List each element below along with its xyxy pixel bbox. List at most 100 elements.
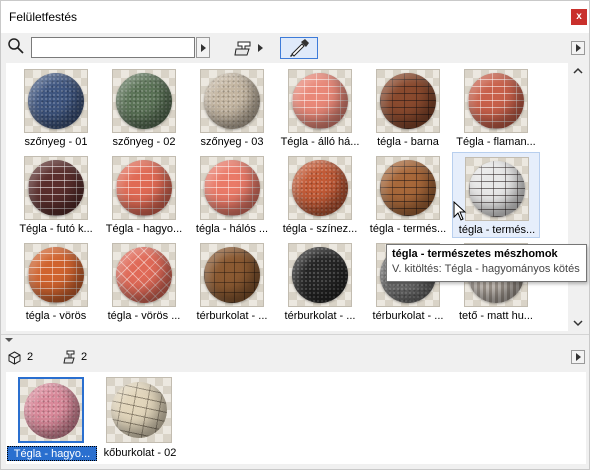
material-sphere [380,73,436,129]
collapse-icon[interactable] [5,338,13,342]
material-label: tégla - vörös ... [107,310,181,322]
element-cube-icon [8,351,21,365]
material-sphere [468,73,524,129]
material-sphere [292,247,348,303]
material-sphere [204,73,260,129]
material-thumbnail [376,156,440,220]
applied-materials-list: Tégla - hagyo... kőburkolat - 02 [6,372,586,464]
element-count: 2 [27,351,34,363]
applied-material-tile[interactable]: kőburkolat - 02 [95,374,187,462]
chevron-right-icon [576,44,581,52]
scroll-down-icon[interactable] [572,318,584,328]
eyedropper-button[interactable] [280,37,318,59]
material-label: tégla - termés... [458,224,536,236]
brush-count: 2 [81,351,88,363]
material-sphere [380,160,436,216]
material-label: térburkolat - ... [372,310,444,322]
material-thumbnail [106,377,172,443]
search-icon[interactable] [7,37,25,58]
material-thumbnail [112,243,176,307]
material-tile[interactable]: tégla - termés... [364,152,452,238]
bottom-panel-options-button[interactable] [571,350,585,364]
material-sphere [116,160,172,216]
material-label: tető - matt hu... [459,310,533,322]
material-label: szőnyeg - 02 [112,136,176,148]
material-label: szőnyeg - 01 [24,136,88,148]
material-label: szőnyeg - 03 [200,136,264,148]
material-thumbnail [24,69,88,133]
material-tile[interactable]: tégla - hálós ... [188,152,276,238]
material-label: tégla - barna [377,136,439,148]
applied-materials-bar: 2 2 [1,344,589,371]
paint-brush-icon [63,350,75,364]
chevron-right-icon [201,44,206,52]
material-sphere [469,161,525,217]
close-button[interactable]: x [571,9,587,25]
material-tooltip: tégla - természetes mészhomok V. kitölté… [386,244,587,282]
material-tile[interactable]: szőnyeg - 02 [100,65,188,151]
paint-brush-mode-button[interactable] [233,37,269,59]
material-tile[interactable]: tégla - barna [364,65,452,151]
material-label: tégla - termés... [369,223,447,235]
material-sphere [24,383,80,439]
material-tile[interactable]: Tégla - flaman... [452,65,540,151]
material-tile[interactable]: tégla - színez... [276,152,364,238]
title-bar[interactable]: Felületfestés x [1,1,589,33]
material-thumbnail [288,156,352,220]
material-label: tégla - vörös [25,310,87,322]
material-sphere [28,73,84,129]
material-thumbnail [18,377,84,443]
material-tile[interactable]: Tégla - álló há... [276,65,364,151]
material-label: Tégla - hagyo... [105,223,183,235]
material-thumbnail [200,243,264,307]
material-sphere [292,160,348,216]
material-thumbnail [465,157,529,221]
material-thumbnail [200,69,264,133]
material-thumbnail [288,243,352,307]
search-options-button[interactable] [196,37,210,58]
scroll-up-icon[interactable] [572,66,584,76]
material-tile[interactable]: Tégla - hagyo... [100,152,188,238]
toolbar [1,33,589,63]
material-tile[interactable]: tégla - termés... [452,152,540,238]
material-label: Tégla - hagyo... [7,446,97,461]
paint-brush-icon [234,41,263,56]
material-sphere [116,73,172,129]
material-label: tégla - színez... [282,223,358,235]
material-sphere [111,382,167,438]
material-label: Tégla - futó k... [19,223,93,235]
material-tile[interactable]: térburkolat - ... [276,239,364,325]
search-input[interactable] [31,37,195,58]
tooltip-title: tégla - természetes mészhomok [392,248,558,260]
material-label: Tégla - flaman... [456,136,536,148]
panel-options-button[interactable] [571,41,585,55]
panel-splitter[interactable] [1,334,589,342]
material-thumbnail [200,156,264,220]
material-label: térburkolat - ... [196,310,268,322]
mouse-cursor-icon [453,201,467,221]
window-title: Felületfestés [9,10,78,24]
material-label: Tégla - álló há... [280,136,360,148]
chevron-right-icon [576,353,581,361]
material-label: térburkolat - ... [284,310,356,322]
material-thumbnail [112,156,176,220]
material-thumbnail [464,69,528,133]
material-thumbnail [112,69,176,133]
material-sphere [28,247,84,303]
eyedropper-icon [290,39,309,57]
material-tile[interactable]: szőnyeg - 03 [188,65,276,151]
material-label: kőburkolat - 02 [103,447,177,459]
material-label: tégla - hálós ... [195,223,269,235]
surface-painter-window: Felületfestés x szőnyeg - 01 szőnyeg - 0… [0,0,590,470]
material-sphere [292,73,348,129]
material-thumbnail [24,156,88,220]
applied-material-tile[interactable]: Tégla - hagyo... [7,374,99,462]
material-thumbnail [288,69,352,133]
material-tile[interactable]: Tégla - futó k... [12,152,100,238]
material-tile[interactable]: tégla - vörös [12,239,100,325]
material-tile[interactable]: tégla - vörös ... [100,239,188,325]
material-thumbnail [376,69,440,133]
material-tile[interactable]: szőnyeg - 01 [12,65,100,151]
material-sphere [204,247,260,303]
material-tile[interactable]: térburkolat - ... [188,239,276,325]
